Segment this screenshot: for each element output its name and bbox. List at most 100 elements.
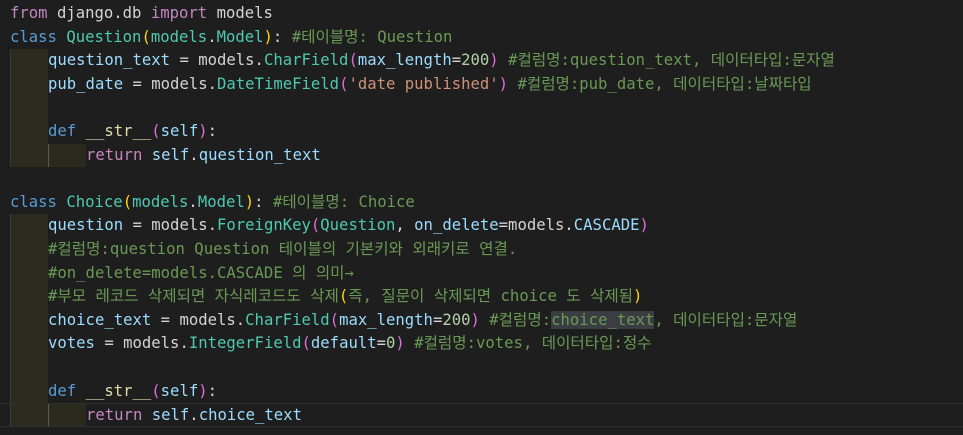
code-line-1[interactable]: from django.db import models (0, 2, 963, 26)
token: : (207, 381, 218, 400)
code-line-13[interactable]: #부모 레코드 삭제되면 자식레코드도 삭제(즉, 질문이 삭제되면 choic… (0, 285, 963, 309)
token: . (189, 145, 199, 164)
token: CharField (263, 51, 349, 70)
token: question (48, 216, 124, 235)
token: Model (197, 192, 245, 211)
token: votes (48, 334, 95, 353)
token: 0 (386, 334, 396, 353)
code-editor[interactable]: from django.db import models class Quest… (0, 0, 963, 435)
comment: #on_delete=models.CASCADE 의 의미→ (48, 263, 354, 282)
comment: #컬럼명:pub_date, 데이터타입:날짜타입 (517, 74, 812, 93)
code-line-7[interactable]: return self.question_text (0, 143, 963, 168)
token: ( (310, 216, 321, 235)
token: default (310, 334, 377, 353)
token: ) (395, 334, 405, 353)
code-line-17[interactable]: def __str__(self): (0, 379, 963, 404)
code-line-14[interactable]: choice_text = models.CharField(max_lengt… (0, 308, 963, 333)
code-line-15[interactable]: votes = models.IntegerField(default=0) #… (0, 332, 963, 356)
indent-guide (10, 214, 48, 238)
code-line-4[interactable]: pub_date = models.DateTimeField('date pu… (0, 72, 963, 97)
token: : (272, 27, 292, 46)
indent-guide (10, 119, 48, 144)
code-line-11[interactable]: #컬럼명:question Question 테이블의 기본키와 외래키로 연결… (0, 237, 963, 262)
token: : (207, 121, 218, 140)
token: CharField (245, 310, 330, 329)
token: ) (489, 51, 499, 70)
indent-guide (10, 379, 48, 404)
indent-guide (48, 143, 86, 168)
comment: , 데이터타입:문자열 (654, 310, 798, 329)
token: : (254, 192, 273, 211)
indent-guide (10, 96, 48, 120)
token: question_text (198, 145, 321, 164)
indent-guide (10, 237, 48, 262)
code-line-3[interactable]: question_text = models.CharField(max_len… (0, 49, 963, 73)
token: ) (263, 27, 273, 46)
token: . (189, 406, 199, 425)
indent-guide (48, 404, 86, 427)
token: class (10, 192, 57, 211)
token: = models. (170, 51, 264, 70)
token: Choice (66, 192, 123, 211)
token: =models. (498, 216, 574, 235)
token: ) (244, 192, 255, 211)
token: self (151, 145, 190, 164)
comment: #테이블명: Question (291, 27, 453, 46)
token: ( (151, 381, 161, 400)
token: ForeignKey (217, 216, 311, 235)
code-line-12[interactable]: #on_delete=models.CASCADE 의 의미→ (0, 261, 963, 286)
token: ) (639, 216, 649, 235)
token: return (86, 145, 143, 164)
code-line-2[interactable]: class Question(models.Model): #테이블명: Que… (0, 26, 963, 50)
indent-guide (10, 143, 48, 168)
code-line-6[interactable]: def __str__(self): (0, 119, 963, 144)
token: . (207, 27, 217, 46)
token: ) (633, 287, 643, 306)
indent-guide (10, 72, 48, 97)
token: . (188, 192, 198, 211)
code-line-16[interactable] (0, 355, 963, 380)
token: from (10, 4, 48, 22)
code-line-10[interactable]: question = models.ForeignKey(Question, o… (0, 214, 963, 238)
token: ( (122, 192, 133, 211)
token: return (86, 406, 143, 425)
indent-guide (10, 355, 48, 380)
token: ( (348, 51, 358, 70)
token: = (376, 334, 387, 353)
token: ( (329, 310, 340, 329)
token: CASCADE (573, 216, 640, 235)
token: ( (301, 334, 311, 353)
comment: #부모 레코드 삭제되면 자식레코드도 삭제 (48, 287, 339, 306)
token: 200 (442, 310, 471, 329)
indent-guide (10, 308, 48, 333)
token: models (132, 192, 189, 211)
token: class (10, 27, 57, 46)
token: Question (66, 27, 142, 46)
indent-guide (10, 261, 48, 286)
token: max_length (357, 51, 452, 70)
token: = (451, 51, 462, 70)
code-line-9[interactable]: class Choice(models.Model): #테이블명: Choic… (0, 191, 963, 215)
token: Model (216, 27, 264, 46)
token: = models. (94, 334, 189, 353)
code-line-8[interactable] (0, 167, 963, 191)
token: , (395, 216, 415, 235)
code-line-5[interactable] (0, 96, 963, 120)
indent-guide (10, 332, 48, 356)
token: = (432, 310, 443, 329)
token: ( (338, 287, 349, 306)
token: = models. (151, 310, 246, 329)
comment: #컬럼명: (489, 310, 552, 329)
indent-guide (10, 404, 48, 427)
token: __str__ (85, 121, 152, 140)
token: max_length (339, 310, 433, 329)
code-line-18[interactable]: return self.choice_text (0, 403, 963, 428)
indent-guide (10, 49, 48, 73)
